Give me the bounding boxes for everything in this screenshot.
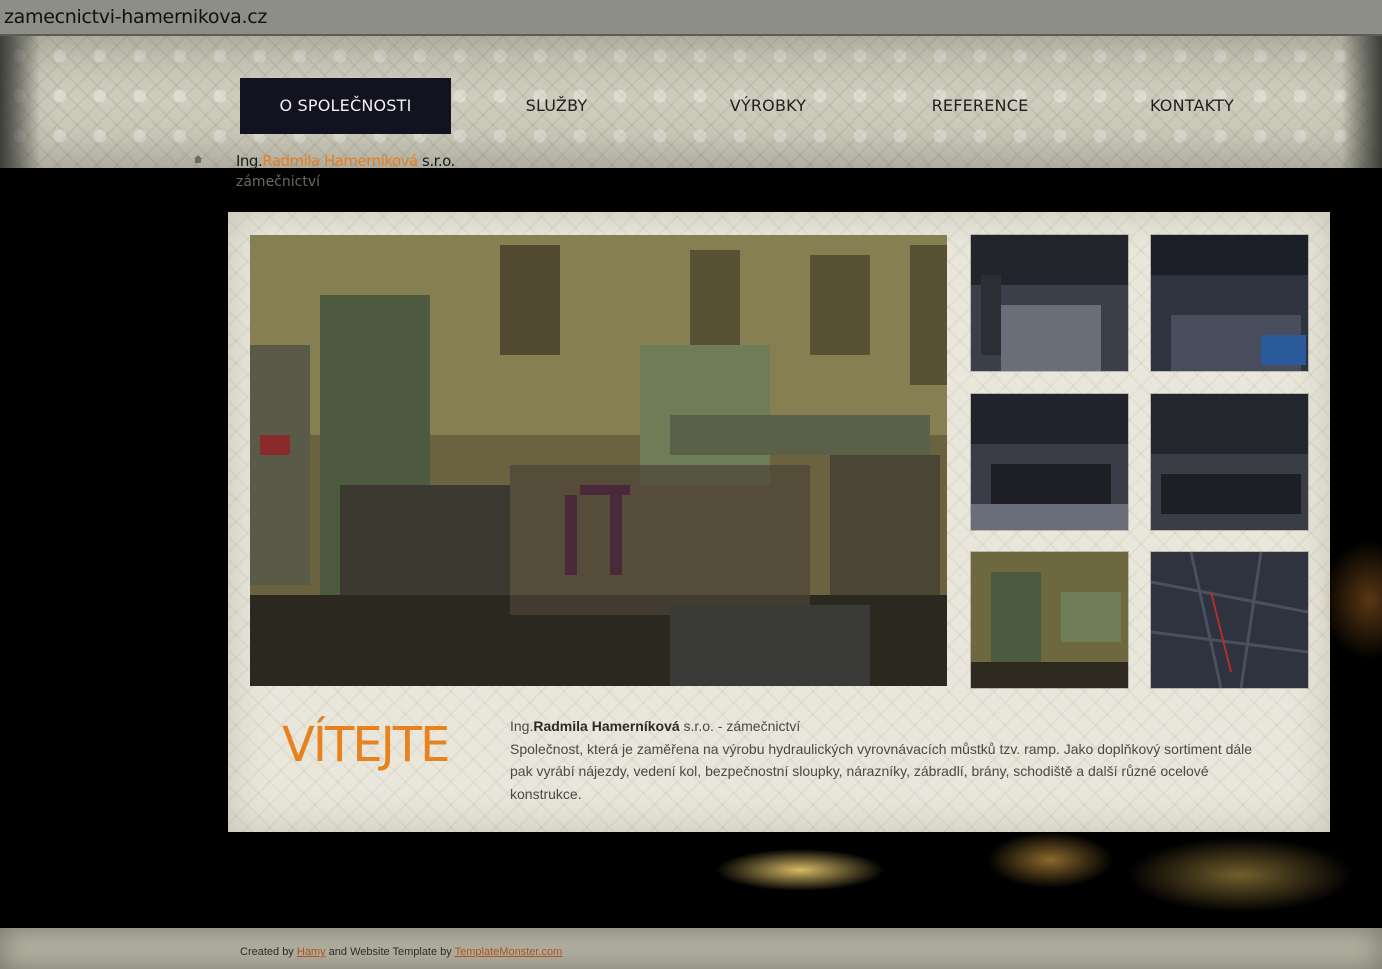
decorative-glow (1320, 540, 1382, 660)
window-title: zamecnictvi-hamernikova.cz (4, 6, 268, 28)
intro-company-line: Ing.Radmila Hamerníková s.r.o. - zámečni… (510, 715, 1260, 738)
nav-item-reference[interactable]: REFERENCE (874, 78, 1086, 134)
intro-company-name: Radmila Hamerníková (533, 718, 680, 734)
decorative-sparks (620, 820, 1382, 930)
intro-prefix: Ing. (510, 718, 534, 734)
nav-item-o-spolecnosti[interactable]: O SPOLEČNOSTI (240, 78, 451, 134)
nav-item-kontakty[interactable]: KONTAKTY (1086, 78, 1298, 134)
footer-author-link[interactable]: Hamy (297, 946, 326, 958)
window-title-bar: zamecnictvi-hamernikova.cz (0, 0, 1382, 36)
intro-text: Ing.Radmila Hamerníková s.r.o. - zámečni… (510, 715, 1260, 805)
gallery-thumb-6[interactable] (1151, 552, 1308, 688)
gallery-thumb-1[interactable] (971, 235, 1128, 371)
site-header: O SPOLEČNOSTI SLUŽBY VÝROBKY REFERENCE K… (0, 36, 1382, 190)
site-footer: Created by Hamy and Website Template by … (0, 928, 1382, 969)
nav-item-sluzby[interactable]: SLUŽBY (451, 78, 662, 134)
brand-logo[interactable]: Ing.Radmila Hamerníková s.r.o. (236, 152, 455, 170)
gallery-thumb-5[interactable] (971, 552, 1128, 688)
home-icon[interactable] (193, 154, 203, 164)
main-nav: O SPOLEČNOSTI SLUŽBY VÝROBKY REFERENCE K… (240, 78, 1330, 134)
brand-name: Radmila Hamerníková (262, 152, 418, 170)
footer-template-link[interactable]: TemplateMonster.com (455, 946, 563, 958)
gallery-thumb-3[interactable] (971, 394, 1128, 530)
intro-body: Společnost, která je zaměřena na výrobu … (510, 740, 1253, 802)
brand-suffix: s.r.o. (417, 152, 455, 170)
footer-credit: Created by Hamy and Website Template by … (240, 946, 562, 958)
welcome-heading: VÍTEJTE (282, 717, 450, 773)
gallery-thumb-2[interactable] (1151, 235, 1308, 371)
brand-subtitle: zámečnictví (236, 174, 320, 190)
hero-image (250, 235, 947, 686)
content-panel: VÍTEJTE Ing.Radmila Hamerníková s.r.o. -… (228, 212, 1330, 832)
intro-company-rest: s.r.o. - zámečnictví (679, 718, 801, 734)
gallery-thumb-4[interactable] (1151, 394, 1308, 530)
nav-item-vyrobky[interactable]: VÝROBKY (662, 78, 874, 134)
footer-middle: and Website Template by (328, 946, 452, 958)
footer-created-by: Created by (240, 946, 294, 958)
brand-prefix: Ing. (236, 152, 263, 170)
